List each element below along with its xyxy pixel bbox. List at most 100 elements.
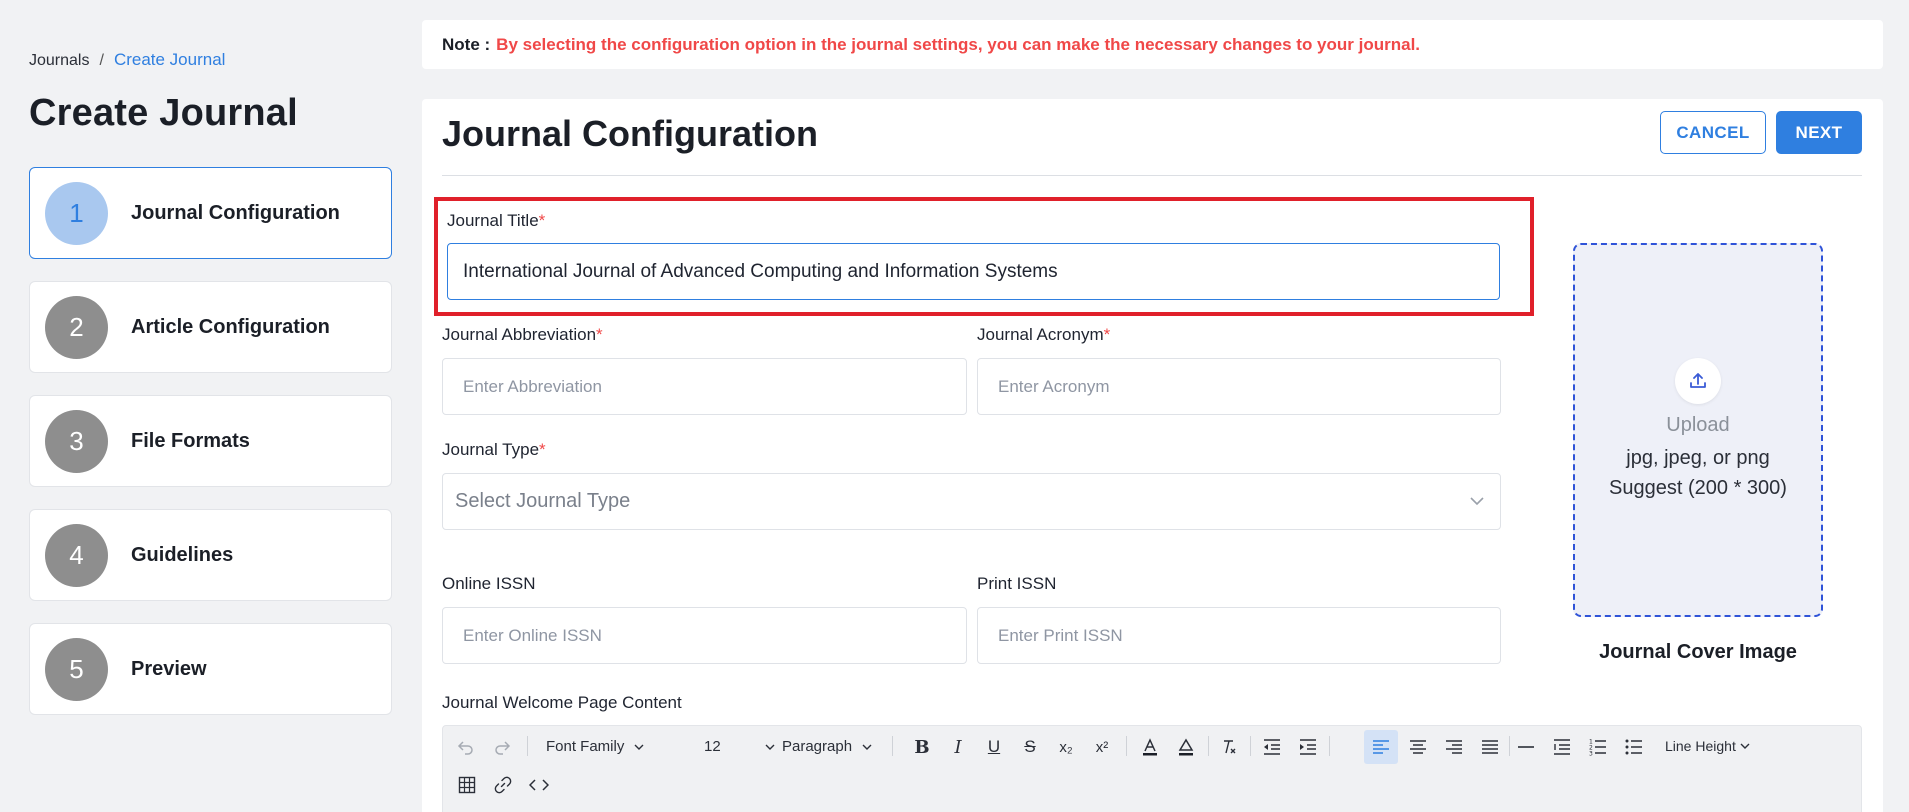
page-title: Create Journal bbox=[29, 92, 298, 134]
step-preview[interactable]: 5 Preview bbox=[29, 623, 392, 715]
welcome-content-label: Journal Welcome Page Content bbox=[442, 693, 682, 712]
subscript-icon[interactable]: x₂ bbox=[1053, 734, 1079, 760]
breadcrumb-journals-link[interactable]: Journals bbox=[29, 52, 89, 70]
superscript-icon[interactable]: x² bbox=[1089, 734, 1115, 760]
source-code-icon[interactable] bbox=[527, 773, 551, 797]
undo-icon[interactable] bbox=[455, 736, 477, 758]
bullet-list-icon[interactable] bbox=[1621, 734, 1647, 760]
font-size-dropdown[interactable]: 12 bbox=[704, 738, 775, 755]
clear-format-icon[interactable] bbox=[1216, 734, 1242, 760]
indent-icon[interactable] bbox=[1295, 734, 1321, 760]
underline-icon[interactable]: U bbox=[981, 734, 1007, 760]
required-mark: * bbox=[539, 440, 546, 459]
breadcrumb-create-journal[interactable]: Create Journal bbox=[114, 50, 226, 70]
highlight-color-icon[interactable] bbox=[1173, 734, 1199, 760]
line-height-dropdown[interactable]: Line Height bbox=[1665, 738, 1750, 754]
bold-icon[interactable]: B bbox=[909, 734, 935, 760]
journal-abbreviation-input[interactable]: Enter Abbreviation bbox=[442, 358, 967, 415]
breadcrumb-separator: / bbox=[99, 52, 104, 69]
align-center-icon[interactable] bbox=[1405, 734, 1431, 760]
journal-acronym-input[interactable]: Enter Acronym bbox=[977, 358, 1501, 415]
step-number: 3 bbox=[45, 409, 108, 473]
print-issn-label: Print ISSN bbox=[977, 574, 1057, 593]
strikethrough-icon[interactable]: S bbox=[1017, 734, 1043, 760]
journal-acronym-label: Journal Acronym* bbox=[977, 325, 1110, 345]
label-text: Journal Abbreviation bbox=[442, 325, 597, 344]
label-text: Journal Acronym bbox=[977, 325, 1104, 344]
chevron-down-icon bbox=[1740, 743, 1750, 749]
online-issn-label: Online ISSN bbox=[442, 574, 536, 593]
step-journal-configuration[interactable]: 1 Journal Configuration bbox=[29, 167, 392, 259]
online-issn-input[interactable]: Enter Online ISSN bbox=[442, 607, 967, 664]
label-text: Journal Type bbox=[442, 440, 540, 459]
toolbar-separator bbox=[1509, 736, 1510, 756]
header-divider bbox=[442, 175, 1862, 176]
cancel-button[interactable]: CANCEL bbox=[1660, 111, 1766, 154]
step-guidelines[interactable]: 4 Guidelines bbox=[29, 509, 392, 601]
toolbar-separator bbox=[527, 736, 528, 756]
journal-configuration-card: Journal Configuration CANCEL NEXT Journa… bbox=[422, 99, 1883, 812]
label-text: Journal Title bbox=[447, 211, 539, 230]
card-title: Journal Configuration bbox=[442, 113, 818, 154]
journal-abbreviation-label: Journal Abbreviation* bbox=[442, 325, 603, 345]
note-text: By selecting the configuration option in… bbox=[496, 34, 1421, 54]
link-icon[interactable] bbox=[491, 773, 515, 797]
align-right-icon[interactable] bbox=[1441, 734, 1467, 760]
toolbar-separator bbox=[892, 736, 893, 756]
outdent-icon[interactable] bbox=[1259, 734, 1285, 760]
cover-image-caption: Journal Cover Image bbox=[1599, 641, 1797, 663]
font-family-dropdown[interactable]: Font Family bbox=[546, 738, 644, 755]
cover-image-upload[interactable]: Upload jpg, jpeg, or png Suggest (200 * … bbox=[1573, 243, 1823, 617]
step-label: Preview bbox=[131, 657, 207, 680]
journal-type-placeholder: Select Journal Type bbox=[455, 490, 631, 512]
font-family-label: Font Family bbox=[546, 738, 625, 755]
note-label: Note : bbox=[442, 34, 491, 54]
step-file-formats[interactable]: 3 File Formats bbox=[29, 395, 392, 487]
print-issn-placeholder: Enter Print ISSN bbox=[998, 625, 1123, 645]
step-number: 4 bbox=[45, 523, 108, 587]
upload-title: Upload bbox=[1666, 413, 1730, 436]
next-button[interactable]: NEXT bbox=[1776, 111, 1862, 154]
horizontal-rule-icon[interactable] bbox=[1513, 734, 1539, 760]
acronym-placeholder: Enter Acronym bbox=[998, 376, 1110, 396]
table-icon[interactable] bbox=[455, 773, 479, 797]
required-mark: * bbox=[538, 211, 546, 230]
align-left-icon[interactable] bbox=[1364, 730, 1398, 764]
online-issn-placeholder: Enter Online ISSN bbox=[463, 625, 602, 645]
upload-formats: jpg, jpeg, or png bbox=[1626, 446, 1770, 469]
breadcrumb: Journals / Create Journal bbox=[29, 50, 225, 70]
editor-toolbar: Font Family 12 Paragraph B I U S x₂ x² 1… bbox=[442, 725, 1862, 812]
chevron-down-icon bbox=[765, 744, 775, 750]
numbered-list-icon[interactable]: 123 bbox=[1585, 734, 1611, 760]
abbreviation-placeholder: Enter Abbreviation bbox=[463, 376, 602, 396]
step-article-configuration[interactable]: 2 Article Configuration bbox=[29, 281, 392, 373]
step-number: 2 bbox=[45, 295, 108, 359]
font-size-label: 12 bbox=[704, 738, 721, 755]
journal-title-value: International Journal of Advanced Comput… bbox=[463, 260, 1058, 282]
line-height-label: Line Height bbox=[1665, 738, 1736, 754]
journal-type-select[interactable]: Select Journal Type bbox=[442, 473, 1501, 530]
journal-title-label: Journal Title* bbox=[447, 211, 545, 231]
align-justify-icon[interactable] bbox=[1477, 734, 1503, 760]
redo-icon[interactable] bbox=[491, 736, 513, 758]
toolbar-separator bbox=[1208, 736, 1209, 756]
print-issn-input[interactable]: Enter Print ISSN bbox=[977, 607, 1501, 664]
chevron-down-icon bbox=[862, 744, 872, 750]
text-color-icon[interactable] bbox=[1137, 734, 1163, 760]
journal-type-label: Journal Type* bbox=[442, 440, 546, 460]
required-mark: * bbox=[596, 325, 603, 344]
line-spacing-icon[interactable] bbox=[1549, 734, 1575, 760]
step-number: 5 bbox=[45, 637, 108, 701]
step-label: Article Configuration bbox=[131, 315, 330, 338]
toolbar-separator bbox=[1329, 736, 1330, 756]
journal-title-input[interactable]: International Journal of Advanced Comput… bbox=[447, 243, 1500, 300]
svg-text:3: 3 bbox=[1589, 751, 1593, 757]
upload-suggest: Suggest (200 * 300) bbox=[1609, 476, 1787, 499]
italic-icon[interactable]: I bbox=[945, 734, 971, 760]
chevron-down-icon bbox=[1468, 492, 1486, 516]
step-number: 1 bbox=[45, 181, 108, 245]
upload-icon bbox=[1675, 357, 1721, 404]
note-banner: Note : By selecting the configuration op… bbox=[422, 20, 1883, 69]
block-format-label: Paragraph bbox=[782, 738, 853, 755]
block-format-dropdown[interactable]: Paragraph bbox=[782, 738, 872, 755]
